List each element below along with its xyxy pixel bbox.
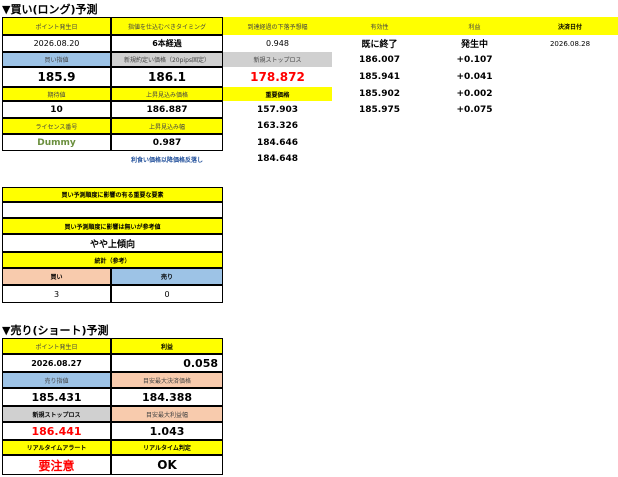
- sell-point-date-label: ポイント発生日: [2, 338, 111, 354]
- realtime-judge-value: OK: [111, 455, 223, 475]
- important-factor-value[interactable]: [2, 202, 223, 218]
- important-price-2: 163.326: [257, 121, 298, 131]
- sell-stoploss-value: 186.441: [2, 422, 111, 440]
- header-profit: 利益: [427, 17, 522, 35]
- reference-factor-label: 買い予測順度に影響は無いが参考値: [2, 218, 223, 234]
- stats-label: 統計（参考）: [2, 252, 223, 268]
- header-timing: 指値を仕込むべきタイミング: [111, 17, 223, 35]
- profit-c: +0.002: [456, 88, 493, 99]
- timing-value: 6本経過: [111, 35, 223, 52]
- important-price-1: 157.903: [257, 104, 298, 115]
- status-value: 発生中: [460, 40, 488, 50]
- sell-point-date-value: 2026.08.27: [2, 354, 111, 372]
- max-settle-label: 目安最大決済価格: [111, 372, 223, 388]
- price-b: 185.941: [359, 71, 400, 82]
- new-stoploss-value: 178.872: [250, 70, 305, 84]
- max-profit-value: 1.043: [111, 422, 223, 440]
- header-point-date: ポイント発生日: [2, 17, 111, 35]
- profit-d: +0.075: [456, 104, 493, 115]
- price-d: 185.975: [359, 104, 400, 115]
- profit-a: +0.107: [456, 54, 493, 65]
- upper-limit-value: 186.887: [111, 101, 223, 118]
- new-stoploss-label: 新規ストップロス: [223, 52, 332, 67]
- upper-width-label: 上昇見込み幅: [111, 118, 223, 134]
- sell-profit-label: 利益: [111, 338, 223, 354]
- hold-value: 10: [2, 101, 111, 118]
- settle-date-value: 2026.08.28: [549, 39, 591, 48]
- stats-sell-label: 売り: [111, 268, 223, 285]
- sell-profit-value: 0.058: [111, 354, 223, 372]
- realtime-alert-label: リアルタイムアラート: [2, 440, 111, 455]
- max-settle-value: 184.388: [111, 388, 223, 406]
- point-date-value: 2026.08.20: [2, 35, 111, 52]
- important-factor-label: 買い予測順度に影響の有る重要な要素: [2, 187, 223, 202]
- header-decline: 到達経過の下落予想幅: [223, 17, 332, 35]
- price-a: 186.007: [359, 54, 400, 65]
- license-label: ライセンス番号: [2, 118, 111, 134]
- upper-width-value: 0.987: [111, 134, 223, 151]
- price-c: 185.902: [359, 88, 400, 99]
- realtime-judge-label: リアルタイム判定: [111, 440, 223, 455]
- validity-value: 既に終了: [361, 40, 398, 50]
- stats-buy-label: 買い: [2, 268, 111, 285]
- realtime-alert-value: 要注意: [2, 455, 111, 475]
- important-price-4: 184.648: [257, 154, 298, 164]
- sell-stoploss-label: 新規ストップロス: [2, 406, 111, 422]
- important-price-label: 重要価格: [223, 87, 332, 101]
- profit-b: +0.041: [456, 71, 493, 82]
- decline-value: 0.948: [266, 39, 289, 48]
- trend-value: やや上傾向: [2, 234, 223, 252]
- stats-sell-count: 0: [111, 285, 223, 303]
- important-price-3: 184.646: [257, 137, 298, 148]
- note-text: 利食い価格以降価格反落し: [130, 156, 203, 164]
- stats-buy-count: 3: [2, 285, 111, 303]
- buy-limit-label: 買い指値: [2, 52, 111, 67]
- sell-section-title: ▼売り(ショート)予測: [2, 324, 109, 337]
- sell-limit-label: 売り指値: [2, 372, 111, 388]
- license-value: Dummy: [2, 134, 111, 151]
- upper-limit-label: 上昇見込み価格: [111, 87, 223, 101]
- max-profit-label: 目安最大利益幅: [111, 406, 223, 422]
- new-buy-price-value: 186.1: [111, 67, 223, 87]
- new-buy-price-label: 新規約定い価格（20pips固定）: [111, 52, 223, 67]
- header-settle-date: 決済日付: [522, 17, 618, 35]
- hold-value-label: 期待値: [2, 87, 111, 101]
- buy-limit-value: 185.9: [2, 67, 111, 87]
- buy-section-title: ▼買い(ロング)予測: [2, 3, 98, 16]
- header-validity: 有効性: [332, 17, 427, 35]
- sell-limit-value: 185.431: [2, 388, 111, 406]
